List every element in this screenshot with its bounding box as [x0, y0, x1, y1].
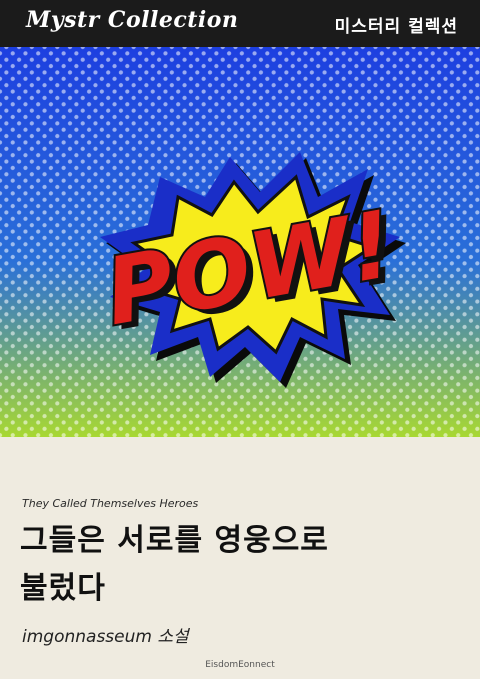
- book-title-line-1: 그들은 서로를 영웅으로: [20, 523, 329, 558]
- book-title-line-2: 불렀다: [20, 571, 106, 606]
- book-cover: Mystr Collection 미스터리 컬렉션 POW! POW! They…: [0, 0, 480, 679]
- series-label-korean: 미스터리 컬렉션: [334, 17, 458, 37]
- english-subtitle: They Called Themselves Heroes: [22, 497, 199, 510]
- series-header-bar: Mystr Collection 미스터리 컬렉션: [0, 0, 480, 47]
- publisher-logo: EisdomEonnect: [205, 660, 275, 670]
- series-name: Mystr Collection: [26, 7, 239, 33]
- pow-illustration: POW! POW!: [0, 47, 480, 437]
- book-info-panel: They Called Themselves Heroes 그들은 서로를 영웅…: [0, 437, 480, 679]
- author-name: imgonnasseum 소설: [22, 627, 189, 647]
- book-title: 그들은 서로를 영웅으로 불렀다: [20, 517, 460, 613]
